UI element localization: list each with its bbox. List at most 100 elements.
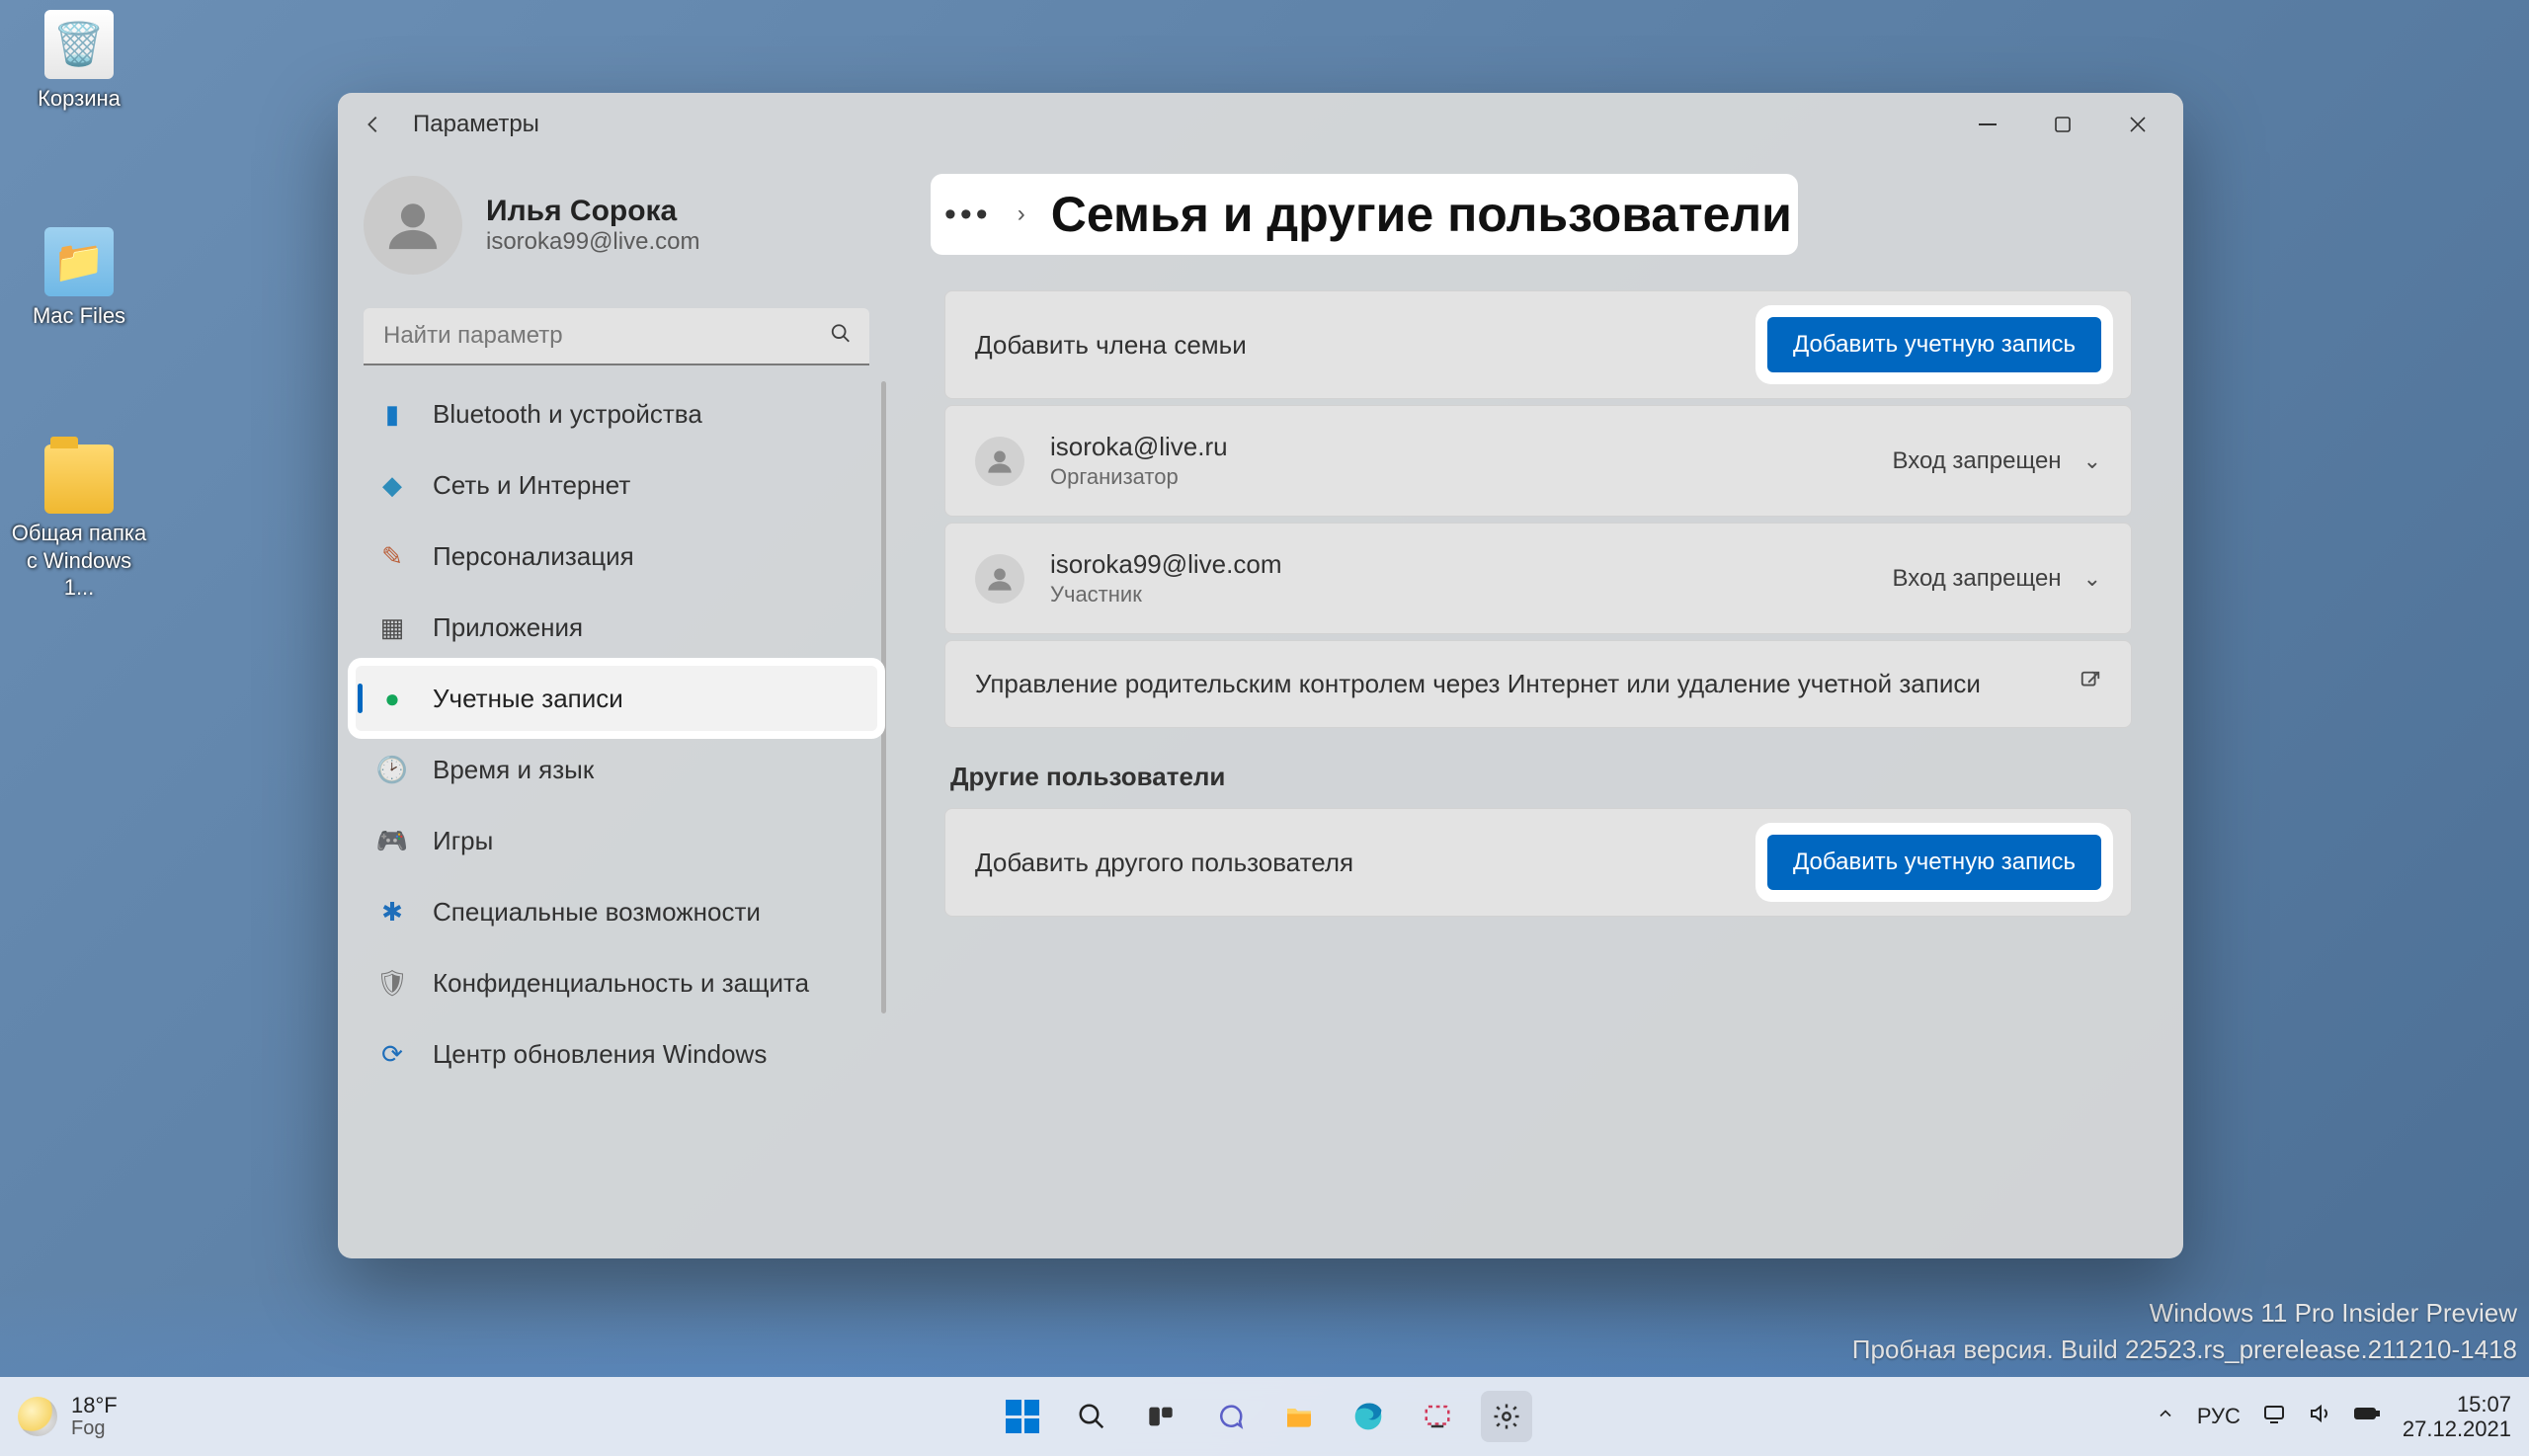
explorer-button[interactable] xyxy=(1273,1391,1325,1442)
nav-gaming[interactable]: 🎮 Игры xyxy=(356,808,877,873)
mac-files-icon: 📁 xyxy=(44,227,114,296)
recycle-bin-icon: 🗑️ xyxy=(44,10,114,79)
card-add-family-member: Добавить члена семьи Добавить учетную за… xyxy=(944,290,2132,399)
profile-text: Илья Сорока isoroka99@live.com xyxy=(486,195,699,256)
volume-tray-icon[interactable] xyxy=(2308,1402,2331,1431)
clock-time: 15:07 xyxy=(2403,1392,2511,1416)
titlebar: Параметры xyxy=(338,93,2183,156)
nav-label: Специальные возможности xyxy=(433,897,761,928)
profile-name: Илья Сорока xyxy=(486,195,699,228)
settings-taskbar-button[interactable] xyxy=(1481,1391,1532,1442)
profile-block[interactable]: Илья Сорока isoroka99@live.com xyxy=(350,166,883,298)
nav-label: Время и язык xyxy=(433,755,594,785)
watermark-line2: Пробная версия. Build 22523.rs_prereleas… xyxy=(1852,1332,2517,1367)
nav-bluetooth[interactable]: ▮ Bluetooth и устройства xyxy=(356,381,877,446)
family-member-row[interactable]: isoroka99@live.com Участник Вход запреще… xyxy=(944,523,2132,634)
weather-condition: Fog xyxy=(71,1417,118,1439)
app-title: Параметры xyxy=(413,111,539,138)
desktop-icon-shared-folder[interactable]: Общая папка с Windows 1... xyxy=(10,445,148,602)
add-family-account-button[interactable]: Добавить учетную запись xyxy=(1767,317,2101,372)
apps-icon: ▦ xyxy=(377,612,407,642)
edge-button[interactable] xyxy=(1343,1391,1394,1442)
nav-personalization[interactable]: ✎ Персонализация xyxy=(356,524,877,589)
recycle-bin-label: Корзина xyxy=(10,85,148,113)
member-status: Вход запрещен xyxy=(1892,447,2061,475)
avatar-icon xyxy=(975,437,1024,486)
breadcrumb: ••• › Семья и другие пользователи xyxy=(944,180,2132,249)
sidebar: Илья Сорока isoroka99@live.com ▮ Bluetoo… xyxy=(338,156,891,1258)
clock-date: 27.12.2021 xyxy=(2403,1416,2511,1441)
update-icon: ⟳ xyxy=(377,1039,407,1069)
weather-temp: 18°F xyxy=(71,1394,118,1417)
card-add-other-user: Добавить другого пользователя Добавить у… xyxy=(944,808,2132,917)
external-link-icon[interactable] xyxy=(2080,670,2101,698)
back-button[interactable] xyxy=(356,107,391,142)
page-title: Семья и другие пользователи xyxy=(1051,186,1792,243)
avatar-icon xyxy=(975,554,1024,604)
nav-label: Учетные записи xyxy=(433,684,623,714)
accessibility-icon: ✱ xyxy=(377,897,407,927)
system-tray: РУС 15:07 27.12.2021 xyxy=(2156,1392,2511,1442)
chevron-down-icon[interactable]: ⌄ xyxy=(2083,566,2101,592)
nav-label: Персонализация xyxy=(433,541,634,572)
desktop-icon-mac-files[interactable]: 📁 Mac Files xyxy=(10,227,148,330)
watermark-line1: Windows 11 Pro Insider Preview xyxy=(1852,1295,2517,1331)
nav-privacy[interactable]: 🛡 Конфиденциальность и защита xyxy=(356,950,877,1015)
add-other-label: Добавить другого пользователя xyxy=(975,848,1767,878)
chevron-right-icon: › xyxy=(1018,201,1025,228)
profile-email: isoroka99@live.com xyxy=(486,228,699,256)
windows-watermark: Windows 11 Pro Insider Preview Пробная в… xyxy=(1852,1295,2517,1367)
family-section: Добавить члена семьи Добавить учетную за… xyxy=(944,290,2132,728)
member-name: isoroka@live.ru xyxy=(1050,432,1892,462)
nav-label: Сеть и Интернет xyxy=(433,470,630,501)
taskbar: 18°F Fog РУС xyxy=(0,1377,2529,1456)
network-tray-icon[interactable] xyxy=(2262,1402,2286,1431)
battery-tray-icon[interactable] xyxy=(2353,1402,2381,1431)
nav-label: Bluetooth и устройства xyxy=(433,399,702,430)
member-status: Вход запрещен xyxy=(1892,565,2061,593)
nav-accounts[interactable]: ● Учетные записи xyxy=(356,666,877,731)
maximize-button[interactable] xyxy=(2025,97,2100,152)
taskbar-weather[interactable]: 18°F Fog xyxy=(18,1394,118,1439)
gamepad-icon: 🎮 xyxy=(377,826,407,855)
language-indicator[interactable]: РУС xyxy=(2197,1404,2241,1429)
search-icon xyxy=(830,323,852,352)
nav-time-language[interactable]: 🕑 Время и язык xyxy=(356,737,877,802)
minimize-button[interactable] xyxy=(1950,97,2025,152)
desktop-icon-recycle-bin[interactable]: 🗑️ Корзина xyxy=(10,10,148,113)
search-button[interactable] xyxy=(1066,1391,1117,1442)
person-icon: ● xyxy=(377,684,407,713)
search-input[interactable] xyxy=(364,308,869,365)
nav-list: ▮ Bluetooth и устройства ◆ Сеть и Интерн… xyxy=(350,381,883,1087)
network-icon: ◆ xyxy=(377,470,407,500)
content-pane: ••• › Семья и другие пользователи Добави… xyxy=(891,156,2183,1258)
other-users-title: Другие пользователи xyxy=(950,762,2132,792)
breadcrumb-more-icon[interactable]: ••• xyxy=(944,196,992,234)
snipping-tool-button[interactable] xyxy=(1412,1391,1463,1442)
nav-scrollbar[interactable] xyxy=(881,381,886,1013)
search-box xyxy=(364,308,869,365)
shared-folder-icon xyxy=(44,445,114,514)
chevron-down-icon[interactable]: ⌄ xyxy=(2083,448,2101,474)
start-button[interactable] xyxy=(997,1391,1048,1442)
nav-apps[interactable]: ▦ Приложения xyxy=(356,595,877,660)
bluetooth-icon: ▮ xyxy=(377,399,407,429)
nav-label: Центр обновления Windows xyxy=(433,1039,767,1070)
family-member-row[interactable]: isoroka@live.ru Организатор Вход запреще… xyxy=(944,405,2132,517)
chat-button[interactable] xyxy=(1204,1391,1256,1442)
clock[interactable]: 15:07 27.12.2021 xyxy=(2403,1392,2511,1442)
close-button[interactable] xyxy=(2100,97,2175,152)
nav-network[interactable]: ◆ Сеть и Интернет xyxy=(356,452,877,518)
tray-overflow-icon[interactable] xyxy=(2156,1404,2175,1429)
brush-icon: ✎ xyxy=(377,541,407,571)
window-controls xyxy=(1950,97,2175,152)
nav-windows-update[interactable]: ⟳ Центр обновления Windows xyxy=(356,1021,877,1087)
nav-accessibility[interactable]: ✱ Специальные возможности xyxy=(356,879,877,944)
task-view-button[interactable] xyxy=(1135,1391,1186,1442)
card-parental-control[interactable]: Управление родительским контролем через … xyxy=(944,640,2132,728)
settings-window: Параметры Илья Сорока isoroka99@live.com xyxy=(338,93,2183,1258)
member-name: isoroka99@live.com xyxy=(1050,549,1892,580)
member-role: Организатор xyxy=(1050,464,1892,490)
add-other-account-button[interactable]: Добавить учетную запись xyxy=(1767,835,2101,890)
mac-files-label: Mac Files xyxy=(10,302,148,330)
